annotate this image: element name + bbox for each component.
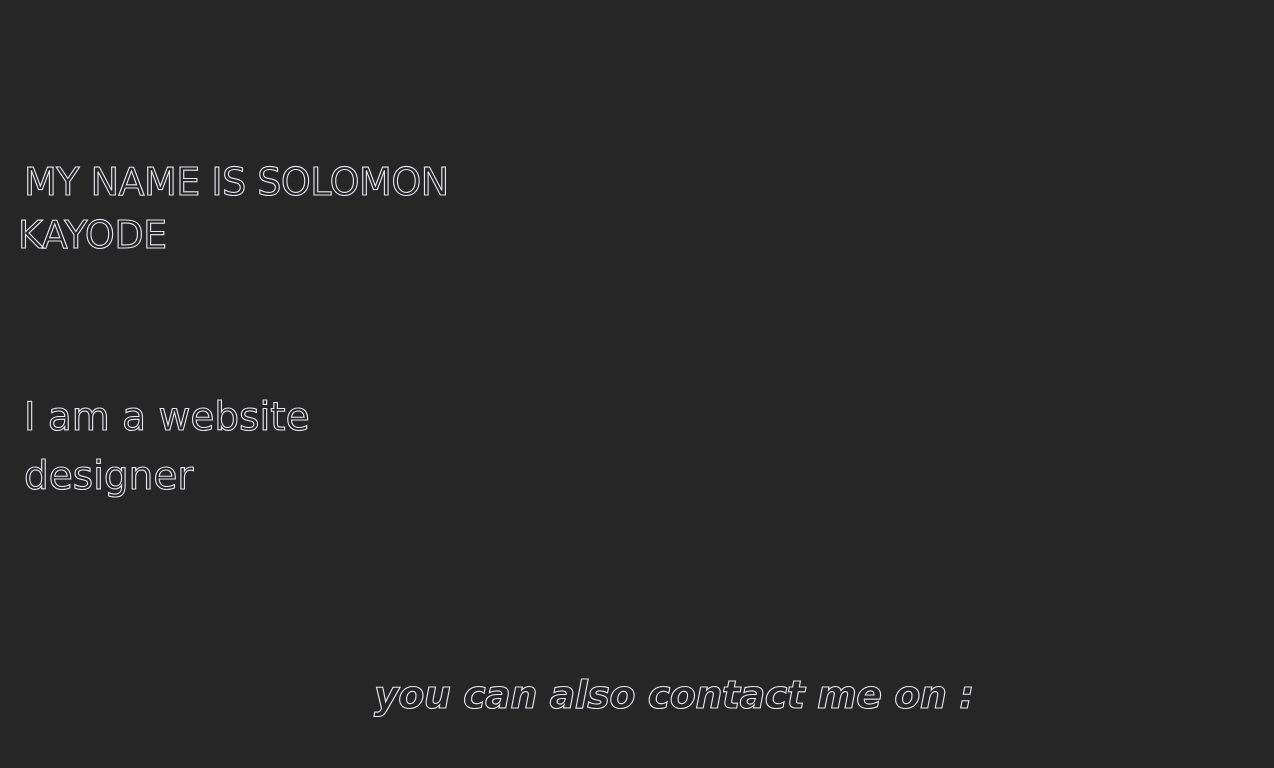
- hero-name-line-2: KAYODE: [17, 212, 167, 257]
- role-line-2: designer: [23, 453, 194, 499]
- role-description: I am a website designer: [23, 388, 364, 506]
- role-line-1: I am a website: [23, 394, 310, 440]
- hero-name-line-1: MY NAME IS SOLOMON: [23, 159, 449, 204]
- hero-name-heading: MY NAME IS SOLOMON KAYODE: [17, 156, 538, 262]
- contact-heading: you can also contact me on :: [373, 672, 974, 717]
